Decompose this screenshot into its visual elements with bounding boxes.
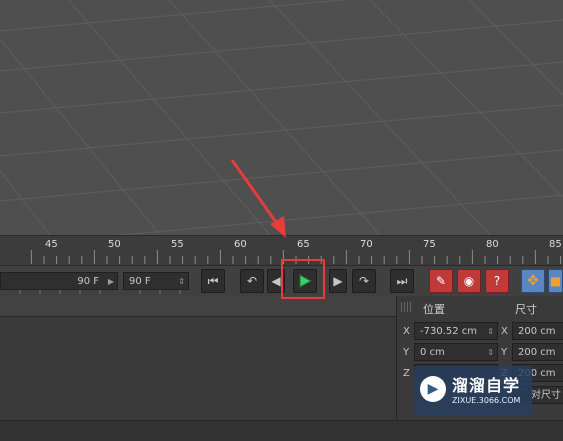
tick-label: 85 (549, 239, 562, 250)
keyframe-selection-icon: ? (493, 274, 501, 288)
end-frame-value: 90 F (77, 276, 99, 287)
move-tool-button[interactable]: ✥ (521, 269, 545, 293)
size-y-value: 200 cm (518, 347, 556, 358)
position-header: 位置 (423, 303, 445, 316)
next-key-icon: ↷ (358, 274, 370, 288)
frame-slider-ticks (19, 290, 181, 294)
previous-key-icon: ↶ (246, 274, 258, 288)
size-y-field[interactable]: 200 cm (512, 343, 563, 361)
field-stepper-icon[interactable]: ▶ (108, 273, 114, 291)
tick-label: 75 (423, 239, 436, 250)
tick-label: 60 (234, 239, 247, 250)
y-axis-label: Y (403, 347, 410, 358)
keyframe-selection-button[interactable]: ? (485, 269, 509, 293)
perspective-grid (0, 0, 563, 235)
end-frame-field[interactable]: 90 F ▶ (0, 272, 118, 290)
scale-icon: ■ (549, 274, 562, 288)
autokey-button[interactable]: ◉ (457, 269, 481, 293)
status-bar (0, 420, 563, 441)
x-axis-label: X (501, 326, 508, 337)
size-mode-value: 对尺寸 (531, 390, 561, 401)
field-stepper-icon[interactable]: ⇕ (487, 323, 494, 341)
autokey-icon: ◉ (463, 274, 475, 288)
tick-label: 65 (297, 239, 310, 250)
preview-max-field[interactable]: 90 F ⇕ (123, 272, 189, 290)
position-x-field[interactable]: -730.52 cm ⇕ (414, 322, 498, 340)
move-icon: ✥ (527, 273, 539, 289)
tick-label: 80 (486, 239, 499, 250)
panel-header-strip (0, 296, 396, 317)
scale-tool-button[interactable]: ■ (548, 269, 563, 293)
go-to-start-icon: ⏮ (207, 273, 219, 288)
x-axis-label: X (403, 326, 410, 337)
tick-label: 70 (360, 239, 373, 250)
tick-label: 55 (171, 239, 184, 250)
record-keys-icon: ✎ (435, 274, 447, 288)
watermark-site: ZIXUE.3066.COM (452, 396, 521, 405)
z-axis-label: Z (403, 368, 410, 379)
watermark-brand: 溜溜自学 (452, 376, 521, 395)
size-header: 尺寸 (515, 303, 537, 316)
panel-grip-icon[interactable] (401, 302, 411, 312)
previous-frame-icon: ◀ (271, 274, 281, 288)
position-x-value: -730.52 cm (420, 326, 478, 337)
size-x-value: 200 cm (518, 326, 556, 337)
position-y-field[interactable]: 0 cm ⇕ (414, 343, 498, 361)
next-frame-button[interactable]: ▶ (329, 269, 347, 293)
3d-viewport[interactable] (0, 0, 563, 235)
record-keys-button[interactable]: ✎ (429, 269, 453, 293)
next-key-button[interactable]: ↷ (352, 269, 376, 293)
watermark: ▶ 溜溜自学 ZIXUE.3066.COM (414, 366, 532, 416)
go-to-end-button[interactable]: ⏭ (390, 269, 414, 293)
next-frame-icon: ▶ (333, 274, 343, 288)
size-x-field[interactable]: 200 cm (512, 322, 563, 340)
go-to-start-button[interactable]: ⏮ (201, 269, 225, 293)
field-stepper-icon[interactable]: ⇕ (487, 344, 494, 362)
tick-label: 45 (45, 239, 58, 250)
attribute-panel (0, 296, 396, 420)
previous-key-button[interactable]: ↶ (240, 269, 264, 293)
preview-max-value: 90 F (129, 276, 151, 287)
field-stepper-icon[interactable]: ⇕ (178, 273, 185, 291)
play-button-highlight (281, 259, 325, 299)
go-to-end-icon: ⏭ (396, 273, 408, 288)
tick-label: 50 (108, 239, 121, 250)
watermark-logo-icon: ▶ (420, 376, 446, 402)
y-axis-label: Y (501, 347, 508, 358)
position-y-value: 0 cm (420, 347, 445, 358)
